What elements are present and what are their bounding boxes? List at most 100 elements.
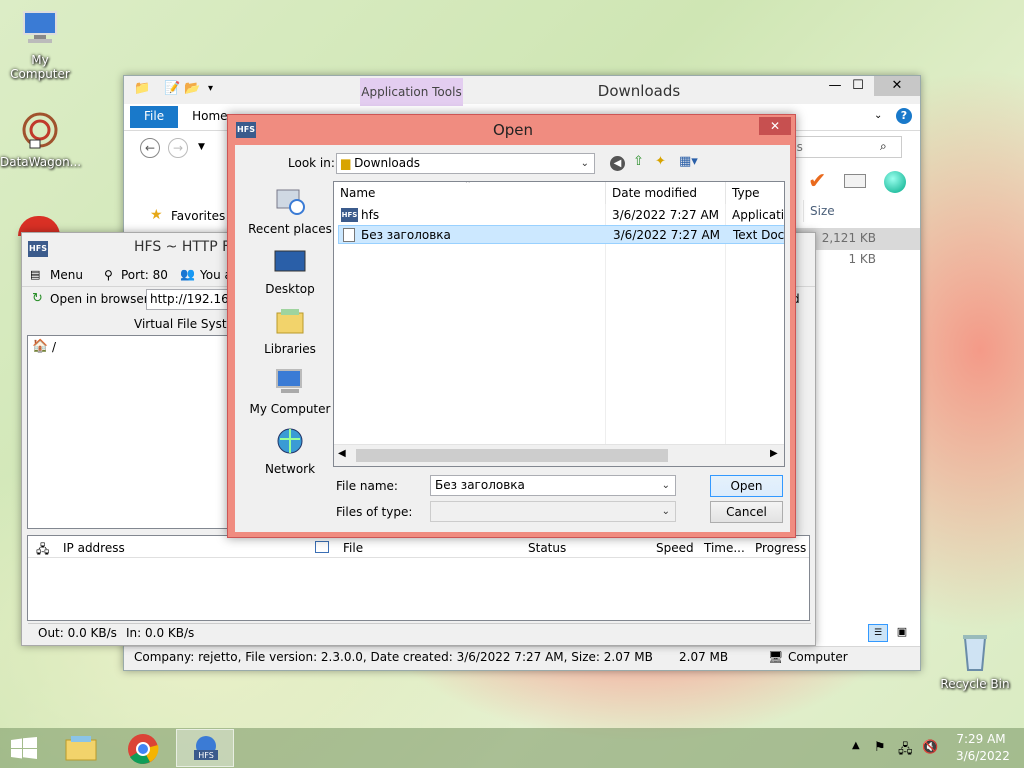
column-speed[interactable]: Speed bbox=[656, 541, 694, 555]
show-hidden-icons-icon[interactable]: ▲ bbox=[852, 740, 860, 751]
file-name-value: Без заголовка bbox=[435, 478, 525, 492]
users-icon: 👥 bbox=[180, 267, 195, 281]
column-type[interactable]: Type bbox=[726, 182, 784, 204]
taskbar-hfs[interactable]: HFS bbox=[176, 729, 234, 767]
column-time[interactable]: Time... bbox=[704, 541, 745, 555]
taskbar: HFS ▲ ⚑ 🖧 🔇 7:29 AM 3/6/2022 bbox=[0, 728, 1024, 768]
place-recent[interactable]: Recent places bbox=[245, 187, 335, 236]
explorer-title: Downloads bbox=[597, 82, 681, 100]
menu-button[interactable]: Menu bbox=[50, 268, 83, 282]
hfs-app-icon: HFS bbox=[341, 208, 358, 222]
place-label: Libraries bbox=[264, 342, 316, 356]
look-in-value: Downloads bbox=[354, 156, 420, 170]
file-name: Без заголовка bbox=[361, 228, 451, 242]
chevron-down-icon: ⌄ bbox=[661, 480, 670, 491]
home-icon: 🏠 bbox=[32, 339, 49, 354]
close-button[interactable]: ✕ bbox=[874, 76, 920, 96]
desktop-icon-label: DataWagon... bbox=[0, 155, 82, 169]
network-icon bbox=[277, 428, 303, 454]
status-size: 2.07 MB bbox=[679, 650, 729, 664]
vfs-root-item[interactable]: / bbox=[52, 340, 56, 354]
folder-icon: 📁 bbox=[134, 81, 151, 96]
column-ip-address[interactable]: IP address bbox=[63, 541, 125, 555]
place-label: My Computer bbox=[249, 402, 331, 416]
scrollbar-thumb[interactable] bbox=[356, 449, 668, 462]
place-libraries[interactable]: Libraries bbox=[245, 307, 335, 356]
look-in-label: Look in: bbox=[288, 156, 335, 170]
large-icons-view-icon[interactable]: ▣ bbox=[892, 624, 912, 642]
file-date: 3/6/2022 7:27 AM bbox=[613, 228, 721, 242]
place-my-computer[interactable]: My Computer bbox=[245, 367, 335, 416]
column-file[interactable]: File bbox=[343, 541, 363, 555]
help-icon[interactable]: ? bbox=[896, 108, 912, 124]
application-tools-context-tab[interactable]: Application Tools bbox=[360, 78, 463, 106]
look-in-combo[interactable]: ▆ Downloads ⌄ bbox=[336, 153, 595, 174]
windows-start-icon[interactable] bbox=[11, 737, 37, 759]
forward-icon[interactable]: → bbox=[168, 138, 188, 158]
column-header-size[interactable]: Size bbox=[803, 200, 883, 222]
ribbon-tabs: File Home bbox=[130, 106, 242, 128]
nav-favorites[interactable]: Favorites bbox=[171, 209, 225, 223]
file-explorer-icon bbox=[65, 736, 97, 761]
url-field[interactable]: http://192.168. bbox=[146, 289, 240, 310]
flag-icon[interactable]: ⚑ bbox=[874, 740, 886, 755]
scroll-left-icon[interactable]: ◀ bbox=[338, 448, 346, 459]
desktop-icon-label: My Computer bbox=[10, 53, 70, 81]
search-icon[interactable]: ⌕ bbox=[880, 139, 887, 154]
taskbar-chrome[interactable] bbox=[114, 729, 172, 767]
file-name-input[interactable]: Без заголовка ⌄ bbox=[430, 475, 676, 496]
taskbar-explorer[interactable] bbox=[52, 729, 110, 767]
close-button[interactable]: ✕ bbox=[759, 117, 791, 135]
desktop-icon-my-computer[interactable]: My Computer bbox=[0, 8, 80, 81]
column-status[interactable]: Status bbox=[528, 541, 566, 555]
back-icon[interactable]: ◀ bbox=[610, 156, 625, 171]
up-folder-icon[interactable]: ⇧ bbox=[633, 154, 644, 169]
scroll-right-icon[interactable]: ▶ bbox=[770, 448, 778, 459]
chevron-down-icon[interactable]: ▾ bbox=[208, 83, 213, 94]
file-name-label: File name: bbox=[336, 479, 398, 493]
rename-icon[interactable] bbox=[844, 174, 866, 188]
tab-file[interactable]: File bbox=[130, 106, 179, 128]
port-button[interactable]: Port: 80 bbox=[121, 268, 168, 282]
view-menu-icon[interactable]: ▦▾ bbox=[679, 154, 698, 169]
vfs-label: Virtual File Systen bbox=[134, 317, 242, 331]
text-file-icon bbox=[343, 228, 355, 242]
file-row[interactable]: HFS hfs 3/6/2022 7:27 AM Applicatio bbox=[334, 206, 784, 225]
column-name[interactable]: Name bbox=[334, 182, 606, 204]
place-network[interactable]: Network bbox=[245, 427, 335, 476]
desktop-icon-recycle-bin[interactable]: Recycle Bin bbox=[935, 632, 1015, 691]
open-in-browser-button[interactable]: Open in browser bbox=[50, 292, 149, 306]
clock-date[interactable]: 3/6/2022 bbox=[956, 749, 1010, 763]
clock-time[interactable]: 7:29 AM bbox=[956, 732, 1006, 746]
globe-icon[interactable] bbox=[884, 171, 906, 193]
chevron-down-icon[interactable]: ▼ bbox=[198, 142, 205, 152]
cancel-button[interactable]: Cancel bbox=[710, 501, 783, 523]
desktop-icon-datawagon[interactable]: DataWagon... bbox=[0, 110, 82, 169]
network-icon: 🖧 bbox=[36, 542, 50, 556]
file-type: Text Docu bbox=[733, 228, 785, 242]
horizontal-scrollbar[interactable]: ◀ ▶ bbox=[334, 444, 784, 466]
details-view-icon[interactable]: ☰ bbox=[868, 624, 888, 642]
new-folder-icon[interactable]: ✦ bbox=[655, 154, 666, 169]
network-status-icon[interactable]: 🖧 bbox=[898, 740, 913, 762]
file-row-selected[interactable]: Без заголовка 3/6/2022 7:27 AM Text Docu bbox=[338, 225, 785, 244]
folder-icon: ▆ bbox=[341, 156, 351, 170]
file-type: Applicatio bbox=[732, 208, 785, 222]
back-icon[interactable]: ← bbox=[140, 138, 160, 158]
files-of-type-select[interactable]: ⌄ bbox=[430, 501, 676, 522]
chevron-down-icon[interactable]: ⌄ bbox=[874, 110, 882, 121]
place-label: Recent places bbox=[248, 222, 332, 236]
properties-icon[interactable]: 📝 bbox=[164, 81, 180, 96]
new-folder-icon[interactable]: 📂 bbox=[184, 81, 200, 96]
desktop-icon bbox=[274, 250, 306, 272]
column-progress[interactable]: Progress bbox=[755, 541, 806, 555]
computer-icon bbox=[23, 11, 57, 43]
place-desktop[interactable]: Desktop bbox=[245, 247, 335, 296]
computer-icon: 🖥 bbox=[768, 650, 784, 664]
volume-muted-icon[interactable]: 🔇 bbox=[922, 740, 938, 755]
place-label: Desktop bbox=[265, 282, 315, 296]
checkmark-icon[interactable]: ✔ bbox=[808, 169, 826, 194]
column-date-modified[interactable]: Date modified bbox=[606, 182, 726, 204]
chevron-down-icon: ⌄ bbox=[661, 506, 670, 517]
open-button[interactable]: Open bbox=[710, 475, 783, 497]
